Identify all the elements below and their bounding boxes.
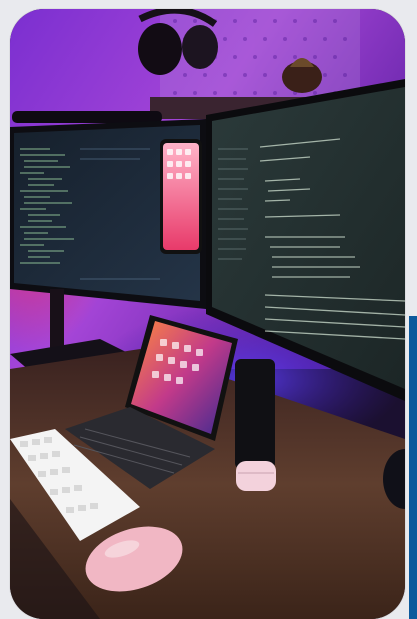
earbuds-case xyxy=(236,461,276,491)
photo-card xyxy=(10,9,405,619)
blue-edge xyxy=(409,316,417,619)
desk-setup-illustration xyxy=(10,9,405,619)
phone xyxy=(160,139,202,254)
speaker xyxy=(235,359,275,469)
monitor-light-bar xyxy=(12,111,162,123)
monitor-stand xyxy=(50,289,64,349)
